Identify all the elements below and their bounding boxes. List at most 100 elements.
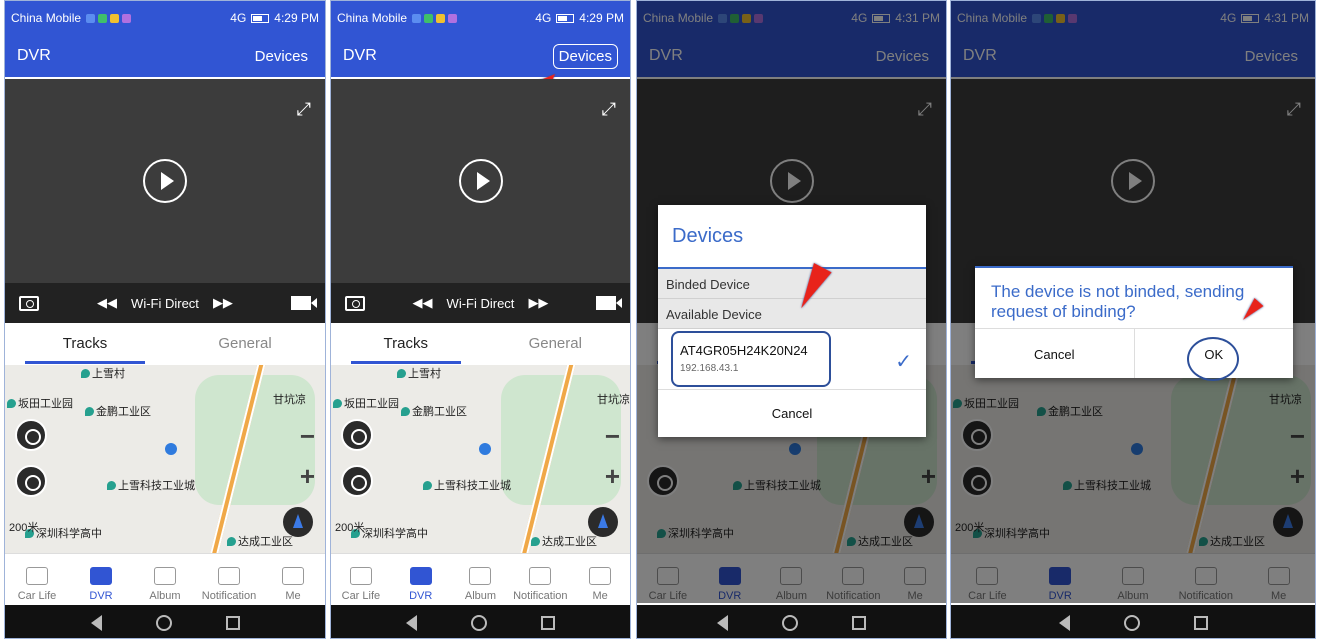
recents-icon[interactable] (541, 615, 555, 630)
nav-dvr[interactable]: DVR (69, 554, 133, 605)
envelope-icon (529, 567, 552, 585)
nav-me[interactable]: Me (570, 554, 630, 605)
dialog-buttons: Cancel OK (975, 328, 1294, 381)
zoom-in-button[interactable]: + (605, 461, 620, 492)
system-status-icons: 4G 4:29 PM (230, 11, 319, 25)
recents-icon[interactable] (852, 615, 866, 630)
zoom-out-button[interactable]: − (605, 421, 620, 452)
home-circle-icon[interactable] (155, 614, 172, 631)
tab-tracks[interactable]: Tracks (5, 323, 165, 365)
nav-car-life[interactable]: Car Life (5, 554, 69, 605)
map-label: 上雪科技工业城 (423, 477, 511, 493)
next-icon[interactable]: ▶▶ (528, 295, 548, 311)
zoom-in-button[interactable]: + (300, 461, 315, 492)
nav-label: Notification (201, 590, 257, 602)
map-label: 上雪村 (81, 365, 125, 381)
nav-car-life[interactable]: Car Life (331, 554, 391, 605)
car-location-button[interactable] (341, 465, 373, 497)
play-icon[interactable] (458, 159, 503, 203)
devices-dialog: Devices Binded Device Available Device A… (658, 205, 926, 437)
device-list-item[interactable]: AT4GR05H24K20N24 192.168.43.1 ✓ (658, 329, 926, 389)
nav-album[interactable]: Album (451, 554, 511, 605)
play-icon[interactable] (143, 159, 187, 203)
screen-step-3: China Mobile 4G4:31 PM DVR Devices ⤢ Tra… (636, 0, 947, 639)
devices-button[interactable]: Devices (552, 43, 618, 69)
nav-album[interactable]: Album (133, 554, 197, 605)
snapshot-icon[interactable] (345, 295, 365, 311)
map-label: 坂田工业园 (333, 395, 399, 411)
highlight-outline (671, 331, 831, 387)
map-label: 达成工业区 (531, 533, 597, 549)
system-nav-bar (637, 605, 946, 638)
nav-dvr[interactable]: DVR (391, 554, 451, 605)
devices-button[interactable]: Devices (250, 45, 313, 68)
nav-label: DVR (409, 590, 433, 602)
home-icon (349, 567, 372, 585)
video-player[interactable]: ⤢ ◀◀ Wi-Fi Direct ▶▶ (5, 79, 325, 323)
source-switcher: ◀◀ Wi-Fi Direct ▶▶ (365, 295, 596, 311)
notification-icons (412, 13, 458, 23)
nav-notification[interactable]: Notification (197, 554, 261, 605)
tab-general[interactable]: General (481, 323, 631, 365)
status-bar: China Mobile 4G 4:29 PM (331, 1, 630, 35)
tab-general[interactable]: General (165, 323, 325, 365)
video-player[interactable]: ⤢ ◀◀ Wi-Fi Direct ▶▶ (331, 79, 630, 323)
back-icon[interactable] (90, 614, 102, 631)
map-label: 金鹏工业区 (401, 403, 467, 419)
map-view[interactable]: 上雪村 坂田工业园 金鹏工业区 甘坑凉 上雪科技工业城 深圳科学高中 达成工业区… (331, 365, 630, 553)
tab-tracks[interactable]: Tracks (331, 323, 481, 365)
app-bar: DVR Devices (331, 35, 630, 77)
home-icon (26, 567, 48, 585)
cancel-button[interactable]: Cancel (658, 389, 926, 435)
source-label: Wi-Fi Direct (131, 295, 199, 311)
envelope-icon (218, 567, 240, 585)
recents-icon[interactable] (225, 615, 240, 630)
record-video-icon[interactable] (596, 296, 622, 310)
locate-button[interactable] (15, 419, 47, 451)
image-icon (154, 567, 176, 585)
camcorder-icon (90, 567, 112, 585)
home-circle-icon[interactable] (471, 614, 487, 631)
map-label: 坂田工业园 (7, 395, 73, 411)
back-icon[interactable] (717, 614, 728, 631)
nav-notification[interactable]: Notification (510, 554, 570, 605)
home-circle-icon[interactable] (782, 614, 798, 631)
recents-icon[interactable] (1193, 615, 1208, 630)
fullscreen-icon[interactable]: ⤢ (297, 99, 311, 120)
tutorial-stage: China Mobile 4G 4:29 PM DVR Devices ⤢ ◀◀ … (0, 0, 1320, 639)
snapshot-icon[interactable] (19, 295, 39, 311)
compass-button[interactable] (283, 507, 313, 537)
map-scale: 200米 (9, 522, 39, 534)
map-view[interactable]: 上雪村 坂田工业园 金鹏工业区 甘坑凉 上雪科技工业城 深圳科学高中 达成工业区… (5, 365, 325, 553)
map-label: 上雪科技工业城 (107, 477, 195, 493)
nav-me[interactable]: Me (261, 554, 325, 605)
nav-label: Me (592, 590, 608, 602)
back-icon[interactable] (1058, 614, 1070, 631)
record-video-icon[interactable] (291, 296, 317, 310)
home-circle-icon[interactable] (1123, 614, 1140, 631)
current-location-dot (479, 443, 491, 455)
map-label: 达成工业区 (227, 533, 293, 549)
system-nav-bar (951, 605, 1315, 638)
nav-label: DVR (89, 590, 113, 602)
previous-icon[interactable]: ◀◀ (413, 295, 433, 311)
system-nav-bar (5, 605, 325, 638)
ok-button[interactable]: OK (1133, 329, 1294, 381)
previous-icon[interactable]: ◀◀ (97, 295, 117, 311)
back-icon[interactable] (406, 614, 417, 631)
fullscreen-icon[interactable]: ⤢ (602, 99, 616, 120)
status-time: 4:29 PM (274, 11, 319, 25)
car-location-button[interactable] (15, 465, 47, 497)
cancel-button[interactable]: Cancel (975, 329, 1134, 378)
locate-button[interactable] (341, 419, 373, 451)
app-title: DVR (343, 47, 377, 64)
image-icon (469, 567, 492, 585)
screen-step-2: China Mobile 4G 4:29 PM DVR Devices ⤢ ◀◀ … (330, 0, 631, 639)
bottom-nav: Car Life DVR Album Notification Me (5, 553, 325, 605)
tab-bar: Tracks General (331, 323, 630, 365)
nav-label: Notification (513, 590, 568, 602)
compass-button[interactable] (588, 507, 618, 537)
zoom-out-button[interactable]: − (300, 421, 315, 452)
next-icon[interactable]: ▶▶ (213, 295, 233, 311)
carrier-label: China Mobile (337, 11, 408, 25)
